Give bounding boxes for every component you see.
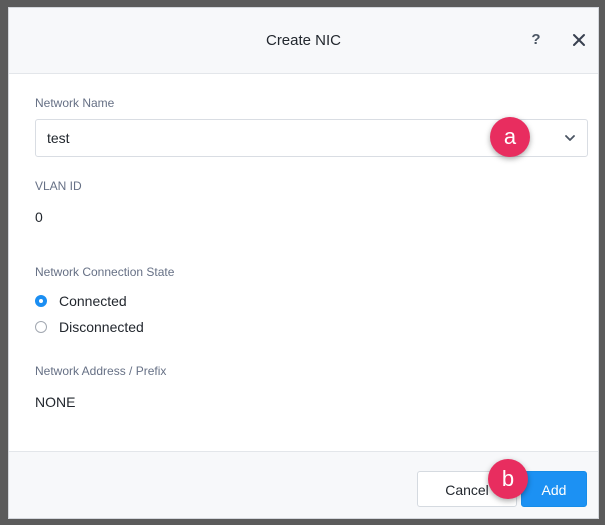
add-button[interactable]: Add — [521, 471, 587, 507]
disconnected-radio[interactable] — [35, 321, 47, 333]
close-icon[interactable] — [571, 32, 587, 48]
connected-radio[interactable] — [35, 295, 47, 307]
network-name-label: Network Name — [35, 96, 115, 110]
dialog-title: Create NIC — [265, 32, 342, 49]
annotation-callout-b: b — [488, 459, 528, 499]
network-address-prefix-value: NONE — [35, 394, 76, 410]
vlan-id-value: 0 — [35, 209, 43, 225]
network-address-prefix-label: Network Address / Prefix — [35, 364, 167, 378]
help-icon[interactable]: ? — [527, 30, 545, 50]
annotation-callout-a: a — [490, 117, 530, 157]
vlan-id-label: VLAN ID — [35, 179, 82, 193]
disconnected-radio-label: Disconnected — [59, 319, 144, 335]
chevron-down-icon — [565, 135, 575, 141]
connected-radio-label: Connected — [59, 293, 127, 309]
connection-state-label: Network Connection State — [35, 265, 175, 279]
dialog-header: Create NIC ? — [9, 8, 598, 74]
close-icon-graphic — [573, 34, 585, 46]
network-name-value: test — [47, 130, 70, 146]
create-nic-dialog: Create NIC ? Network Name test VLAN ID 0… — [8, 7, 599, 519]
